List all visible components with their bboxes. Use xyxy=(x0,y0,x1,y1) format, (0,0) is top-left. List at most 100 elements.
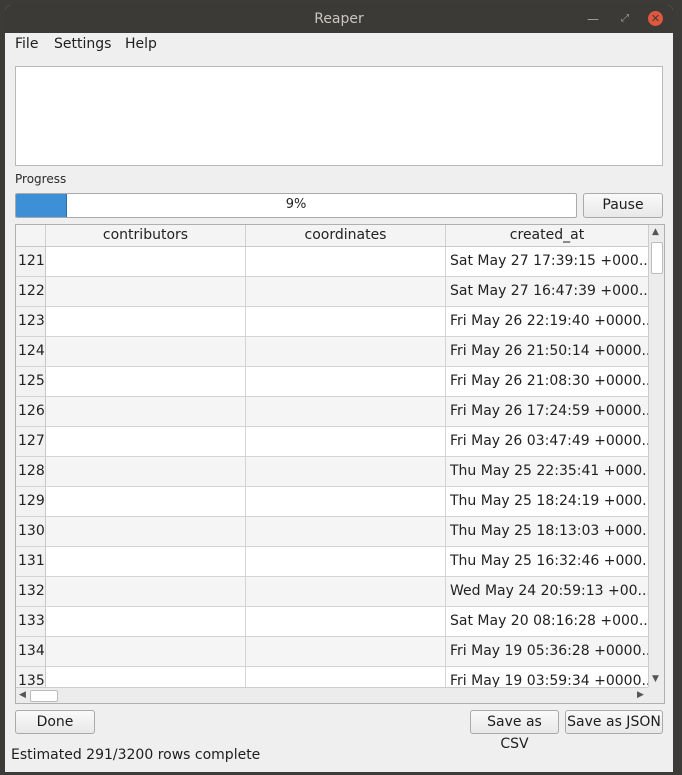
table-row[interactable]: 129 Thu May 25 18:24:19 +000... xyxy=(16,487,648,517)
table-row[interactable]: 123 Fri May 26 22:19:40 +0000... xyxy=(16,307,648,337)
cell-created-at[interactable]: Fri May 19 03:59:34 +0000... xyxy=(446,667,648,687)
horizontal-scrollbar[interactable]: ◀ ▶ xyxy=(16,687,648,703)
column-header-created-at[interactable]: created_at xyxy=(446,225,648,246)
save-csv-button[interactable]: Save as CSV xyxy=(470,710,559,752)
row-number[interactable]: 126 xyxy=(16,397,46,426)
row-number[interactable]: 131 xyxy=(16,547,46,576)
row-number[interactable]: 133 xyxy=(16,607,46,636)
menu-help[interactable]: Help xyxy=(125,36,157,52)
column-header-contributors[interactable]: contributors xyxy=(46,225,246,246)
vertical-scroll-thumb[interactable] xyxy=(651,242,663,274)
done-button[interactable]: Done xyxy=(15,710,95,734)
row-number[interactable]: 128 xyxy=(16,457,46,486)
save-json-button[interactable]: Save as JSON xyxy=(565,710,663,734)
scroll-up-icon[interactable]: ▲ xyxy=(652,227,659,237)
cell-coordinates[interactable] xyxy=(246,307,446,336)
table-row[interactable]: 125 Fri May 26 21:08:30 +0000... xyxy=(16,367,648,397)
table-row[interactable]: 126 Fri May 26 17:24:59 +0000... xyxy=(16,397,648,427)
cell-coordinates[interactable] xyxy=(246,637,446,666)
status-bar-text: Estimated 291/3200 rows complete xyxy=(11,747,261,763)
row-number[interactable]: 124 xyxy=(16,337,46,366)
cell-coordinates[interactable] xyxy=(246,607,446,636)
cell-coordinates[interactable] xyxy=(246,337,446,366)
cell-created-at[interactable]: Thu May 25 22:35:41 +000... xyxy=(446,457,648,486)
cell-coordinates[interactable] xyxy=(246,457,446,486)
menu-file[interactable]: File xyxy=(15,36,38,52)
cell-coordinates[interactable] xyxy=(246,667,446,687)
cell-created-at[interactable]: Thu May 25 18:24:19 +000... xyxy=(446,487,648,516)
column-header-coordinates[interactable]: coordinates xyxy=(246,225,446,246)
row-number[interactable]: 134 xyxy=(16,637,46,666)
cell-contributors[interactable] xyxy=(46,637,246,666)
cell-contributors[interactable] xyxy=(46,367,246,396)
cell-created-at[interactable]: Fri May 26 21:08:30 +0000... xyxy=(446,367,648,396)
maximize-icon[interactable]: ⤢ xyxy=(617,11,633,27)
row-number[interactable]: 127 xyxy=(16,427,46,456)
table-row[interactable]: 134 Fri May 19 05:36:28 +0000... xyxy=(16,637,648,667)
cell-coordinates[interactable] xyxy=(246,397,446,426)
cell-contributors[interactable] xyxy=(46,667,246,687)
table-row[interactable]: 130 Thu May 25 18:13:03 +000... xyxy=(16,517,648,547)
cell-contributors[interactable] xyxy=(46,457,246,486)
cell-contributors[interactable] xyxy=(46,427,246,456)
scroll-down-icon[interactable]: ▼ xyxy=(652,674,659,684)
cell-contributors[interactable] xyxy=(46,337,246,366)
table-row[interactable]: 128 Thu May 25 22:35:41 +000... xyxy=(16,457,648,487)
table-row[interactable]: 127 Fri May 26 03:47:49 +0000... xyxy=(16,427,648,457)
row-number[interactable]: 135 xyxy=(16,667,46,687)
table-row[interactable]: 122 Sat May 27 16:47:39 +000... xyxy=(16,277,648,307)
pause-button[interactable]: Pause xyxy=(583,193,663,218)
cell-created-at[interactable]: Fri May 26 21:50:14 +0000... xyxy=(446,337,648,366)
menu-settings[interactable]: Settings xyxy=(54,36,111,52)
table-row[interactable]: 131 Thu May 25 16:32:46 +000... xyxy=(16,547,648,577)
cell-created-at[interactable]: Sat May 27 16:47:39 +000... xyxy=(446,277,648,306)
cell-contributors[interactable] xyxy=(46,487,246,516)
table-row[interactable]: 135 Fri May 19 03:59:34 +0000... xyxy=(16,667,648,687)
cell-created-at[interactable]: Fri May 26 22:19:40 +0000... xyxy=(446,307,648,336)
table-row[interactable]: 132 Wed May 24 20:59:13 +00... xyxy=(16,577,648,607)
row-number-header[interactable] xyxy=(16,225,46,246)
row-number[interactable]: 125 xyxy=(16,367,46,396)
cell-contributors[interactable] xyxy=(46,277,246,306)
cell-coordinates[interactable] xyxy=(246,277,446,306)
cell-contributors[interactable] xyxy=(46,517,246,546)
horizontal-scroll-thumb[interactable] xyxy=(30,690,58,702)
cell-created-at[interactable]: Sat May 20 08:16:28 +000... xyxy=(446,607,648,636)
cell-coordinates[interactable] xyxy=(246,247,446,276)
cell-contributors[interactable] xyxy=(46,577,246,606)
row-number[interactable]: 122 xyxy=(16,277,46,306)
cell-contributors[interactable] xyxy=(46,547,246,576)
cell-created-at[interactable]: Fri May 19 05:36:28 +0000... xyxy=(446,637,648,666)
row-number[interactable]: 130 xyxy=(16,517,46,546)
scroll-left-icon[interactable]: ◀ xyxy=(19,690,26,700)
cell-created-at[interactable]: Fri May 26 17:24:59 +0000... xyxy=(446,397,648,426)
title-bar[interactable]: Reaper — ⤢ ✕ xyxy=(5,5,673,33)
cell-created-at[interactable]: Wed May 24 20:59:13 +00... xyxy=(446,577,648,606)
cell-created-at[interactable]: Thu May 25 18:13:03 +000... xyxy=(446,517,648,546)
cell-contributors[interactable] xyxy=(46,397,246,426)
scroll-right-icon[interactable]: ▶ xyxy=(637,690,644,700)
table-row[interactable]: 133 Sat May 20 08:16:28 +000... xyxy=(16,607,648,637)
log-output[interactable] xyxy=(15,66,663,166)
cell-coordinates[interactable] xyxy=(246,517,446,546)
cell-coordinates[interactable] xyxy=(246,487,446,516)
cell-created-at[interactable]: Sat May 27 17:39:15 +000... xyxy=(446,247,648,276)
table-row[interactable]: 124 Fri May 26 21:50:14 +0000... xyxy=(16,337,648,367)
close-icon[interactable]: ✕ xyxy=(648,11,663,26)
row-number[interactable]: 132 xyxy=(16,577,46,606)
cell-coordinates[interactable] xyxy=(246,427,446,456)
cell-coordinates[interactable] xyxy=(246,547,446,576)
row-number[interactable]: 121 xyxy=(16,247,46,276)
row-number[interactable]: 129 xyxy=(16,487,46,516)
cell-created-at[interactable]: Fri May 26 03:47:49 +0000... xyxy=(446,427,648,456)
table-row[interactable]: 121 Sat May 27 17:39:15 +000... xyxy=(16,247,648,277)
cell-contributors[interactable] xyxy=(46,247,246,276)
row-number[interactable]: 123 xyxy=(16,307,46,336)
cell-contributors[interactable] xyxy=(46,607,246,636)
minimize-icon[interactable]: — xyxy=(585,11,601,27)
vertical-scrollbar[interactable]: ▲ ▼ xyxy=(648,225,664,687)
cell-contributors[interactable] xyxy=(46,307,246,336)
cell-coordinates[interactable] xyxy=(246,367,446,396)
cell-coordinates[interactable] xyxy=(246,577,446,606)
cell-created-at[interactable]: Thu May 25 16:32:46 +000... xyxy=(446,547,648,576)
